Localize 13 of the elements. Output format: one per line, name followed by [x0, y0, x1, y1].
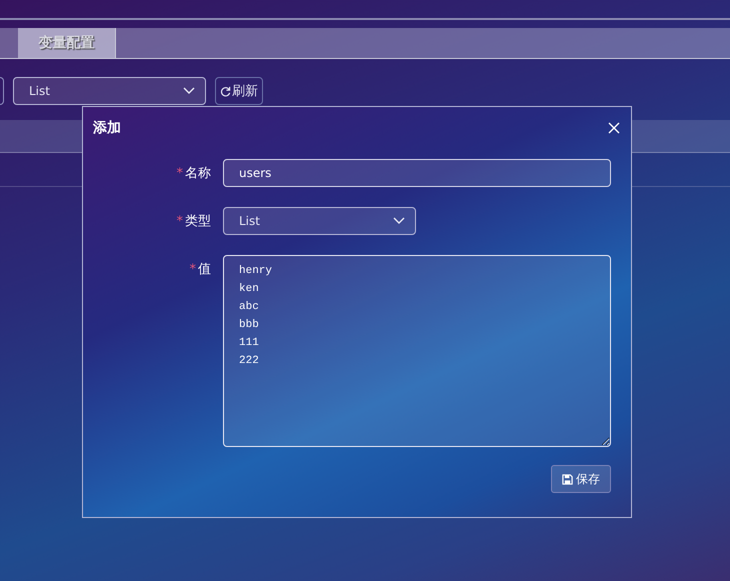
field-label: 值: [198, 261, 211, 278]
type-select[interactable]: List: [223, 207, 416, 235]
name-input[interactable]: users: [223, 159, 611, 187]
field-label: 类型: [185, 213, 211, 230]
required-mark: *: [190, 262, 196, 276]
save-button[interactable]: 保存: [551, 465, 611, 493]
type-select[interactable]: List: [13, 77, 206, 105]
refresh-button[interactable]: 刷新: [215, 77, 263, 105]
required-mark: *: [176, 166, 183, 180]
field-label: 名称: [185, 165, 211, 182]
value-textarea[interactable]: henry ken abc bbb 111 222: [223, 255, 611, 447]
required-mark: *: [176, 214, 183, 228]
dialog-title: 添加: [93, 119, 121, 137]
